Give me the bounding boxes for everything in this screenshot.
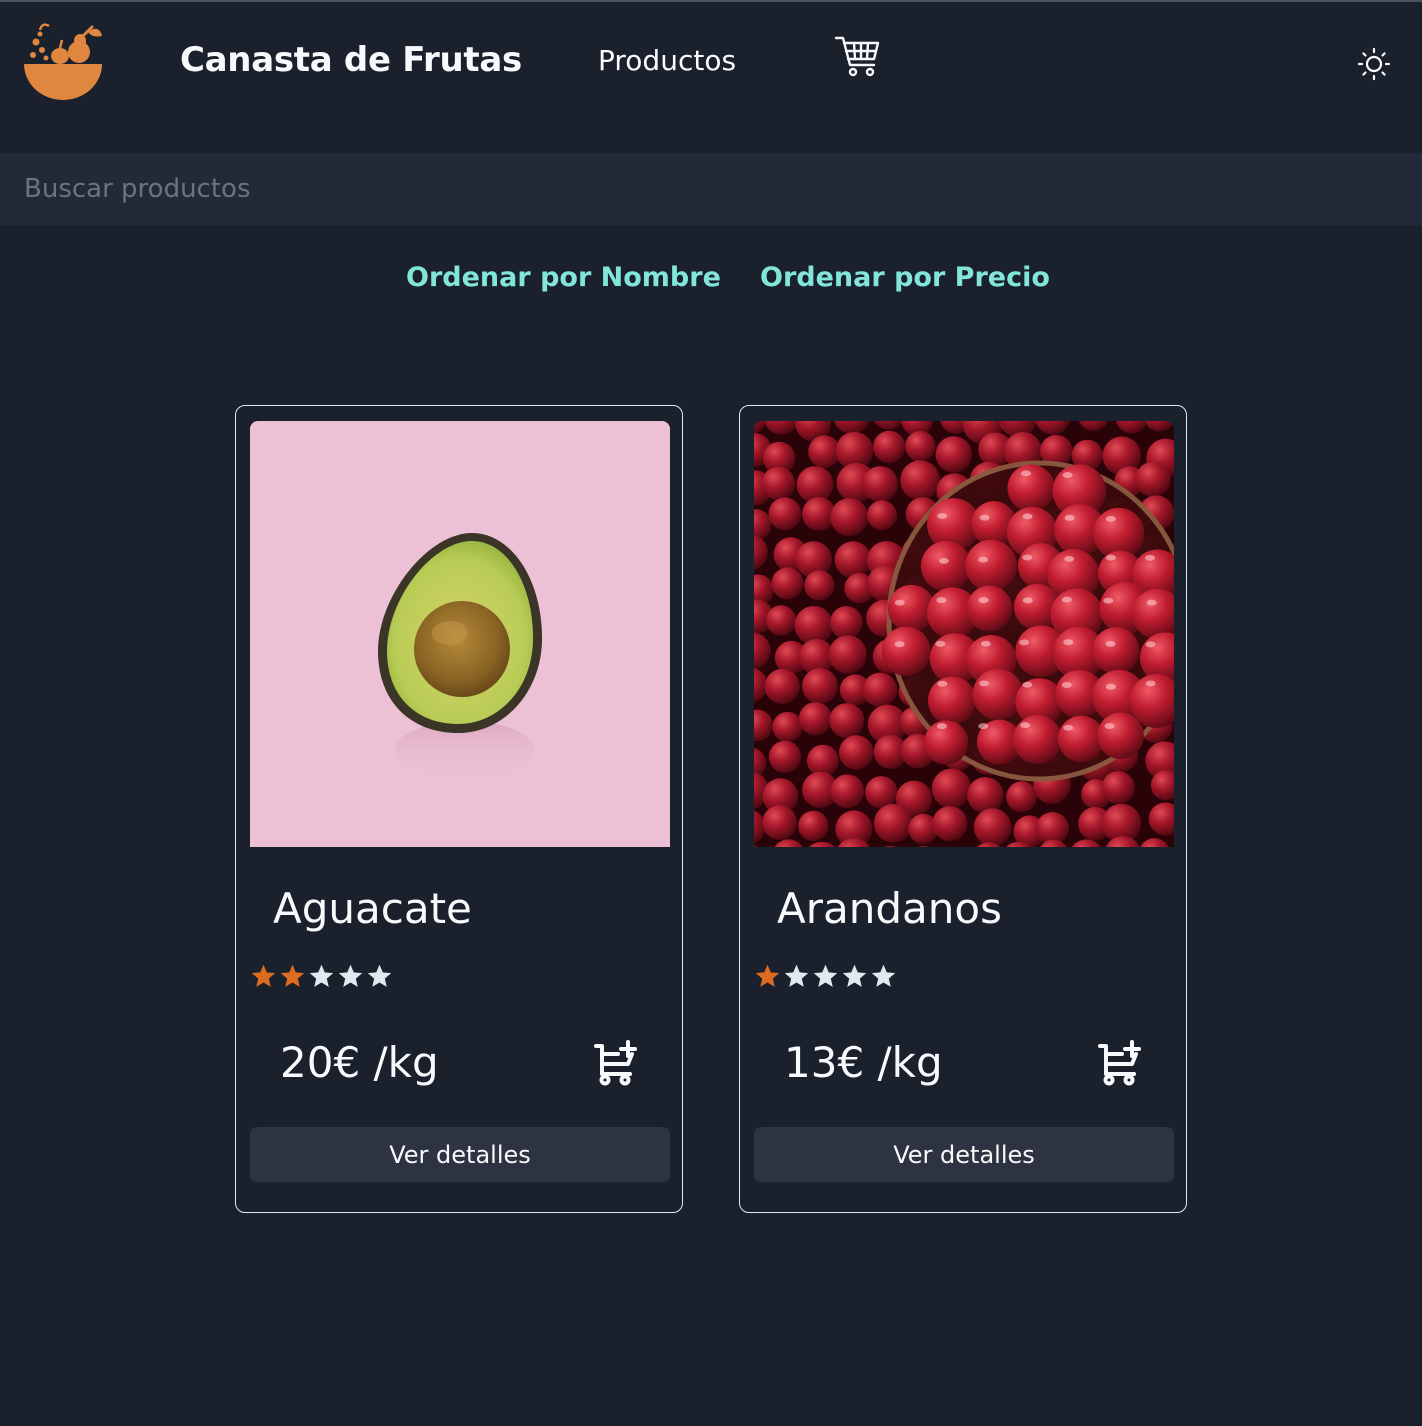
- star-empty-icon: [813, 964, 838, 987]
- star-empty-icon: [309, 964, 334, 987]
- product-name: Aguacate: [273, 884, 472, 933]
- rating-stars: [250, 963, 393, 989]
- rating-stars: [754, 963, 897, 989]
- nav-link-productos[interactable]: Productos: [598, 44, 736, 77]
- search-input[interactable]: [0, 153, 1422, 225]
- sort-by-name-button[interactable]: Ordenar por Nombre: [406, 262, 721, 293]
- product-image-cranberries[interactable]: [754, 421, 1174, 847]
- product-card: Aguacate 20€ /kg Ver detalles: [235, 405, 683, 1213]
- star-empty-icon: [842, 964, 867, 987]
- navbar: Canasta de Frutas Productos: [0, 2, 1422, 120]
- product-name: Arandanos: [777, 884, 1002, 933]
- view-details-button[interactable]: Ver detalles: [754, 1127, 1174, 1182]
- product-price: 13€ /kg: [784, 1038, 943, 1087]
- product-card: Arandanos 13€ /kg Ver detalles: [739, 405, 1187, 1213]
- star-filled-icon: [755, 964, 780, 987]
- sun-icon[interactable]: [1356, 46, 1392, 82]
- add-to-cart-icon[interactable]: [592, 1038, 640, 1086]
- star-empty-icon: [367, 964, 392, 987]
- view-details-button[interactable]: Ver detalles: [250, 1127, 670, 1182]
- star-filled-icon: [251, 964, 276, 987]
- brand-title[interactable]: Canasta de Frutas: [180, 40, 522, 80]
- star-empty-icon: [338, 964, 363, 987]
- product-price: 20€ /kg: [280, 1038, 439, 1087]
- shopping-cart-icon[interactable]: [834, 35, 880, 77]
- sort-by-price-button[interactable]: Ordenar por Precio: [760, 262, 1050, 293]
- add-to-cart-icon[interactable]: [1096, 1038, 1144, 1086]
- fruit-basket-icon[interactable]: [22, 22, 106, 102]
- star-filled-icon: [280, 964, 305, 987]
- product-image-avocado[interactable]: [250, 421, 670, 847]
- star-empty-icon: [871, 964, 896, 987]
- star-empty-icon: [784, 964, 809, 987]
